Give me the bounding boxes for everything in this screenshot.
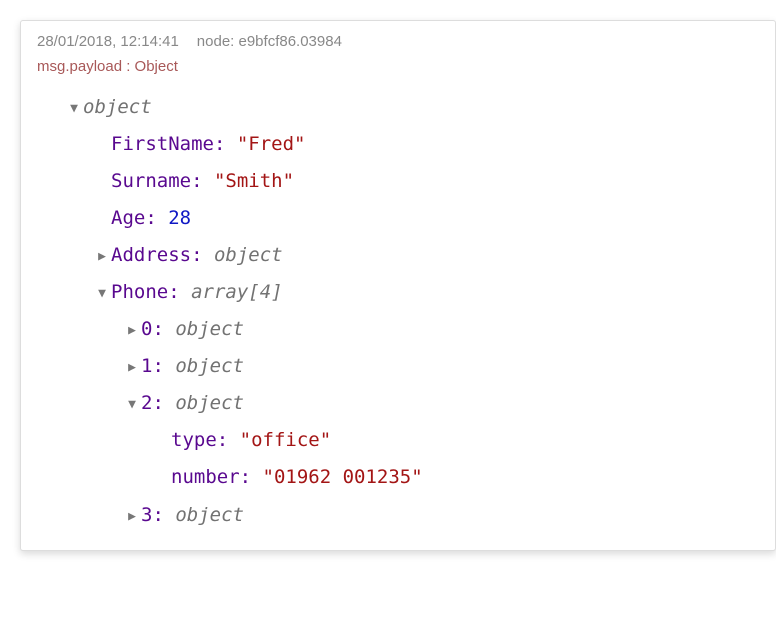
tree-root[interactable]: ▼object bbox=[37, 89, 759, 126]
caret-down-icon: ▼ bbox=[95, 281, 109, 306]
caret-right-icon: ▶ bbox=[95, 244, 109, 269]
tree-prop-phone2-type[interactable]: type: "office" bbox=[37, 422, 759, 459]
prop-key: Surname bbox=[111, 170, 191, 192]
prop-key: 0 bbox=[141, 318, 152, 340]
type-label: object bbox=[175, 355, 244, 377]
tree-array-item-2[interactable]: ▼2: object bbox=[37, 385, 759, 422]
tree-prop-firstname[interactable]: FirstName: "Fred" bbox=[37, 126, 759, 163]
type-label: object bbox=[175, 504, 244, 526]
debug-header: 28/01/2018, 12:14:41 node: e9bfcf86.0398… bbox=[37, 33, 759, 50]
prop-key: Age bbox=[111, 207, 145, 229]
type-label: object bbox=[83, 96, 152, 118]
prop-key: 3 bbox=[141, 504, 152, 526]
prop-key: Phone bbox=[111, 281, 168, 303]
tree-array-item-0[interactable]: ▶0: object bbox=[37, 311, 759, 348]
caret-down-icon: ▼ bbox=[67, 96, 81, 121]
debug-node-id: node: e9bfcf86.03984 bbox=[197, 33, 342, 50]
caret-down-icon: ▼ bbox=[125, 392, 139, 417]
prop-value-string: "office" bbox=[240, 429, 332, 451]
prop-value-string: "01962 001235" bbox=[263, 466, 423, 488]
prop-key: type bbox=[171, 429, 217, 451]
type-label: object bbox=[175, 392, 244, 414]
tree-prop-surname[interactable]: Surname: "Smith" bbox=[37, 163, 759, 200]
tree-array-item-3[interactable]: ▶3: object bbox=[37, 497, 759, 534]
prop-key: 2 bbox=[141, 392, 152, 414]
debug-topic: msg.payload : Object bbox=[37, 58, 759, 75]
prop-key: number bbox=[171, 466, 240, 488]
tree-prop-phone2-number[interactable]: number: "01962 001235" bbox=[37, 459, 759, 496]
debug-tree: ▼object FirstName: "Fred" Surname: "Smit… bbox=[37, 89, 759, 534]
debug-message-panel: 28/01/2018, 12:14:41 node: e9bfcf86.0398… bbox=[20, 20, 776, 551]
prop-key: FirstName bbox=[111, 133, 214, 155]
prop-key: Address bbox=[111, 244, 191, 266]
prop-value-number: 28 bbox=[168, 207, 191, 229]
prop-key: 1 bbox=[141, 355, 152, 377]
prop-value-string: "Fred" bbox=[237, 133, 306, 155]
caret-right-icon: ▶ bbox=[125, 355, 139, 380]
type-label: object bbox=[175, 318, 244, 340]
prop-value-string: "Smith" bbox=[214, 170, 294, 192]
caret-right-icon: ▶ bbox=[125, 318, 139, 343]
type-label: object bbox=[214, 244, 283, 266]
debug-timestamp: 28/01/2018, 12:14:41 bbox=[37, 33, 179, 50]
tree-array-item-1[interactable]: ▶1: object bbox=[37, 348, 759, 385]
tree-prop-address[interactable]: ▶Address: object bbox=[37, 237, 759, 274]
caret-right-icon: ▶ bbox=[125, 504, 139, 529]
tree-prop-age[interactable]: Age: 28 bbox=[37, 200, 759, 237]
type-label: array[4] bbox=[191, 281, 283, 303]
tree-prop-phone[interactable]: ▼Phone: array[4] bbox=[37, 274, 759, 311]
